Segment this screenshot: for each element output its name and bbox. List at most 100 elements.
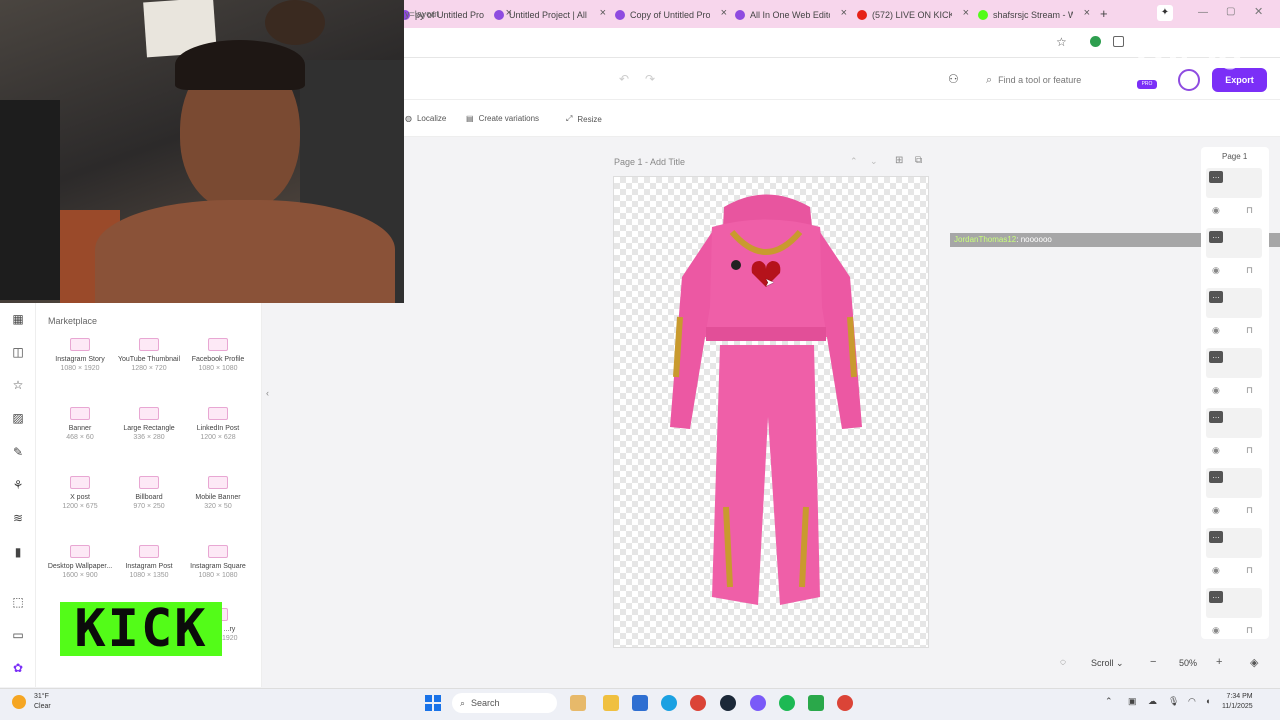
close-tab-icon[interactable]: × [600,7,606,19]
folder-icon[interactable]: ▭ [11,628,25,642]
ai-tools-icon[interactable]: ✿ [11,661,25,675]
close-tab-icon[interactable]: × [841,7,847,19]
scroll-mode-select[interactable]: Scroll ⌄ [1091,658,1124,669]
eye-icon[interactable]: ◉ [1212,565,1220,576]
widgets-icon[interactable] [570,695,586,711]
close-tab-icon[interactable]: × [963,7,969,19]
url-text[interactable]: y=layout [405,9,439,19]
add-title-link[interactable]: Add Title [650,157,685,167]
add-page-icon[interactable]: ⊞ [895,155,903,166]
elements-icon[interactable]: ⚘ [11,478,25,492]
close-tab-icon[interactable]: × [721,7,727,19]
wifi-icon[interactable]: ◠ [1188,696,1196,707]
template-card[interactable]: Desktop Wallpaper... 1600 × 900 [47,541,113,601]
template-card[interactable]: Instagram Post 1080 × 1350 [116,541,182,601]
zoom-out-icon[interactable]: − [1150,656,1156,668]
eye-icon[interactable]: ◉ [1212,205,1220,216]
layer-menu-icon[interactable]: … [1209,591,1223,603]
localize-button[interactable]: ◍ Localize [405,114,446,123]
resize-button[interactable]: ⤢ Resize [566,114,602,124]
lock-icon[interactable]: ⊓ [1246,505,1253,516]
page-down-icon[interactable]: ⌄ [870,156,878,167]
screenshot-icon[interactable] [1113,36,1124,47]
close-tab-icon[interactable]: × [1084,7,1090,19]
close-window-icon[interactable]: ✕ [1254,5,1263,18]
browser-tab[interactable]: All In One Web Edito × [735,4,847,26]
steam-icon[interactable] [720,695,736,711]
lock-icon[interactable]: ⊓ [1246,445,1253,456]
store-icon[interactable] [632,695,648,711]
new-tab-button[interactable]: + [1100,6,1108,21]
cloud-icon[interactable]: ☁ [1148,696,1157,707]
pink-tracksuit-image[interactable] [614,177,930,649]
layers-toggle-icon[interactable]: ◈ [1250,656,1258,669]
spotify-icon[interactable] [779,695,795,711]
template-card[interactable]: Facebook Profile 1080 × 1080 [185,334,251,394]
eye-icon[interactable]: ◉ [1212,625,1220,636]
undo-icon[interactable]: ↶ [619,72,629,86]
app-icon[interactable] [808,695,824,711]
eye-icon[interactable]: ◉ [1212,385,1220,396]
layer-menu-icon[interactable]: … [1209,471,1223,483]
browser-tab[interactable]: Copy of Untitled Pro × [615,4,727,26]
brand-kit-icon[interactable]: ▮ [11,545,25,559]
eye-icon[interactable]: ◉ [1212,505,1220,516]
taskbar-search[interactable]: ⌕ Search [452,693,557,713]
template-card[interactable]: Billboard 970 × 250 [116,472,182,532]
template-card[interactable]: Large Rectangle 336 × 280 [116,403,182,463]
eye-icon[interactable]: ◉ [1212,265,1220,276]
chrome-active-icon[interactable] [837,695,853,711]
volume-icon[interactable]: ◖ [1205,696,1210,706]
browser-tab[interactable]: shafsrsjc Stream - W × [978,4,1090,26]
lock-icon[interactable]: ⊓ [1246,565,1253,576]
weather-widget[interactable]: 31°F Clear [34,692,51,712]
upload-icon[interactable]: ⬚ [11,595,25,609]
add-user-icon[interactable]: ⚇ [948,72,959,86]
chrome-icon[interactable] [690,695,706,711]
pattern-icon[interactable]: ▨ [11,411,25,425]
layer-menu-icon[interactable]: … [1209,291,1223,303]
template-card[interactable]: X post 1200 × 675 [47,472,113,532]
messenger-icon[interactable] [750,695,766,711]
layer-menu-icon[interactable]: … [1209,411,1223,423]
tray-chevron-icon[interactable]: ⌃ [1105,696,1113,707]
template-card[interactable]: Instagram Story 1080 × 1920 [47,334,113,394]
hide-icon[interactable]: ◌ [1060,657,1066,668]
browser-tab[interactable]: Untitled Project | All I × [494,4,606,26]
lock-icon[interactable]: ⊓ [1246,205,1253,216]
tool-search-input[interactable]: ⌕ Find a tool or feature [978,69,1118,91]
template-card[interactable]: Mobile Banner 320 × 50 [185,472,251,532]
sticker-icon[interactable]: ◫ [11,345,25,359]
brush-icon[interactable]: ✎ [11,445,25,459]
collapse-panel-icon[interactable]: ‹ [266,388,269,398]
layer-menu-icon[interactable]: … [1209,171,1223,183]
layer-menu-icon[interactable]: … [1209,231,1223,243]
duplicate-page-icon[interactable]: ⧉ [915,155,922,166]
zoom-in-icon[interactable]: + [1216,656,1222,668]
template-card[interactable]: Banner 468 × 60 [47,403,113,463]
layer-menu-icon[interactable]: … [1209,531,1223,543]
design-canvas[interactable] [613,176,929,648]
maximize-icon[interactable]: ▢ [1226,6,1235,17]
windows-start-icon[interactable] [425,695,441,711]
bookmark-star-icon[interactable]: ☆ [1056,35,1067,49]
layer-menu-icon[interactable]: … [1209,351,1223,363]
zoom-level[interactable]: 50% [1179,658,1197,668]
template-card[interactable]: YouTube Thumbnail 1280 × 720 [116,334,182,394]
lock-icon[interactable]: ⊓ [1246,385,1253,396]
templates-icon[interactable]: ▦ [11,312,25,326]
extension-icon[interactable] [1090,36,1101,47]
edge-icon[interactable] [661,695,677,711]
file-explorer-icon[interactable] [603,695,619,711]
taskbar-clock[interactable]: 7:34 PM 11/1/2025 [1222,692,1253,712]
star-icon[interactable]: ☆ [11,378,25,392]
layers-stack-icon[interactable]: ≋ [11,511,25,525]
lock-icon[interactable]: ⊓ [1246,625,1253,636]
redo-icon[interactable]: ↷ [645,72,655,86]
create-variations-button[interactable]: ▤ Create variations [466,114,539,123]
tray-app-icon[interactable]: ▣ [1128,696,1137,707]
lock-icon[interactable]: ⊓ [1246,265,1253,276]
minimize-icon[interactable]: — [1198,7,1208,18]
template-card[interactable]: LinkedIn Post 1200 × 628 [185,403,251,463]
microphone-icon[interactable]: 🎙 [1168,696,1179,707]
